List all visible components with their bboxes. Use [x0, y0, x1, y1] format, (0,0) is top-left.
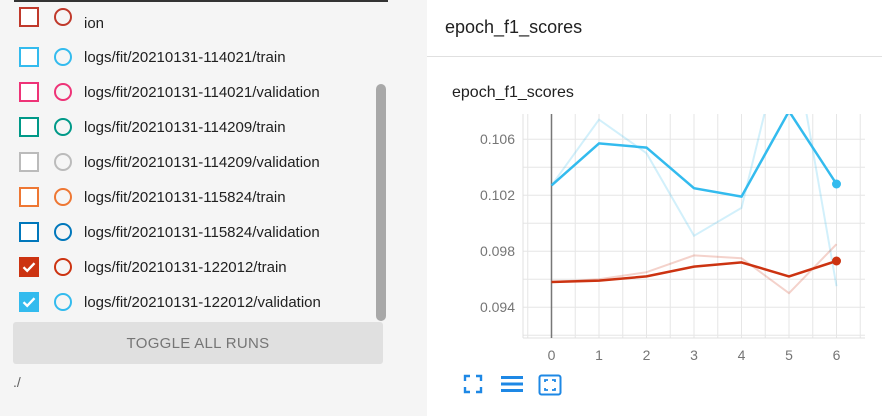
runs-sidebar: ion logs/fit/20210131-114021/train logs/fi… — [0, 0, 403, 416]
fit-to-domain-icon — [538, 374, 562, 396]
run-checkbox[interactable] — [19, 257, 39, 277]
run-color-icon[interactable] — [54, 83, 72, 101]
run-item[interactable]: logs/fit/20210131-114021/train — [19, 45, 286, 69]
run-color-icon[interactable] — [54, 118, 72, 136]
run-label: logs/fit/20210131-114021/train — [84, 48, 286, 66]
run-color-icon[interactable] — [54, 258, 72, 276]
runs-scrollbar[interactable] — [376, 84, 386, 321]
run-item[interactable]: logs/fit/20210131-114209/train — [19, 115, 286, 139]
run-color-icon[interactable] — [54, 48, 72, 66]
run-label: logs/fit/20210131-122012/validation — [84, 293, 321, 311]
run-color-icon[interactable] — [54, 153, 72, 171]
check-icon — [22, 262, 36, 273]
series-end-point — [832, 256, 841, 266]
lines-icon — [501, 376, 523, 392]
y-tick-label: 0.102 — [480, 187, 515, 203]
run-color-icon[interactable] — [54, 293, 72, 311]
run-checkbox[interactable] — [19, 117, 39, 137]
run-checkbox[interactable] — [19, 7, 39, 27]
run-item[interactable]: logs/fit/20210131-115824/validation — [19, 220, 320, 244]
x-tick-label: 3 — [690, 347, 698, 363]
fullscreen-icon — [463, 374, 483, 394]
run-label: logs/fit/20210131-115824/validation — [84, 223, 320, 241]
series-end-point — [832, 179, 841, 189]
x-tick-label: 0 — [548, 347, 556, 363]
x-tick-label: 6 — [833, 347, 841, 363]
run-label: ion — [84, 14, 105, 32]
x-tick-label: 2 — [643, 347, 651, 363]
run-label: logs/fit/20210131-115824/train — [84, 188, 286, 206]
y-tick-label: 0.094 — [480, 299, 515, 315]
card-header: epoch_f1_scores — [427, 0, 882, 57]
fullscreen-button[interactable] — [463, 374, 483, 399]
scalar-card: epoch_f1_scores epoch_f1_scores 0.094 0.0… — [427, 0, 882, 416]
run-item[interactable]: logs/fit/20210131-114209/validation — [19, 150, 320, 174]
line-chart[interactable]: 0.094 0.098 0.102 0.106 0 1 2 3 4 5 6 — [427, 110, 882, 370]
run-item[interactable]: ion — [19, 5, 105, 32]
run-label: logs/fit/20210131-114209/train — [84, 118, 286, 136]
x-tick-label: 4 — [738, 347, 746, 363]
toggle-log-scale-button[interactable] — [500, 374, 524, 399]
x-tick-label: 5 — [785, 347, 793, 363]
x-tick-label: 1 — [595, 347, 603, 363]
y-tick-label: 0.098 — [480, 243, 515, 259]
y-tick-label: 0.106 — [480, 131, 515, 147]
run-checkbox[interactable] — [19, 187, 39, 207]
run-color-icon[interactable] — [54, 188, 72, 206]
run-checkbox[interactable] — [19, 222, 39, 242]
run-label: logs/fit/20210131-114021/validation — [84, 83, 320, 101]
run-color-icon[interactable] — [54, 223, 72, 241]
panel-gutter — [403, 0, 427, 416]
run-label: logs/fit/20210131-114209/validation — [84, 153, 320, 171]
check-icon — [22, 297, 36, 308]
run-color-icon[interactable] — [54, 8, 72, 26]
run-checkbox[interactable] — [19, 47, 39, 67]
fit-domain-button[interactable] — [538, 374, 562, 401]
sidebar-top-border — [14, 0, 388, 2]
run-checkbox[interactable] — [19, 292, 39, 312]
run-item[interactable]: logs/fit/20210131-122012/validation — [19, 290, 321, 314]
chart-title: epoch_f1_scores — [452, 84, 574, 101]
run-item[interactable]: logs/fit/20210131-115824/train — [19, 185, 286, 209]
run-checkbox[interactable] — [19, 82, 39, 102]
logdir-label: ./ — [13, 374, 21, 390]
run-item[interactable]: logs/fit/20210131-114021/validation — [19, 80, 320, 104]
card-title: epoch_f1_scores — [445, 17, 583, 37]
run-label: logs/fit/20210131-122012/train — [84, 258, 287, 276]
run-checkbox[interactable] — [19, 152, 39, 172]
toggle-all-runs-button[interactable]: TOGGLE ALL RUNS — [13, 322, 383, 364]
run-item[interactable]: logs/fit/20210131-122012/train — [19, 255, 287, 279]
